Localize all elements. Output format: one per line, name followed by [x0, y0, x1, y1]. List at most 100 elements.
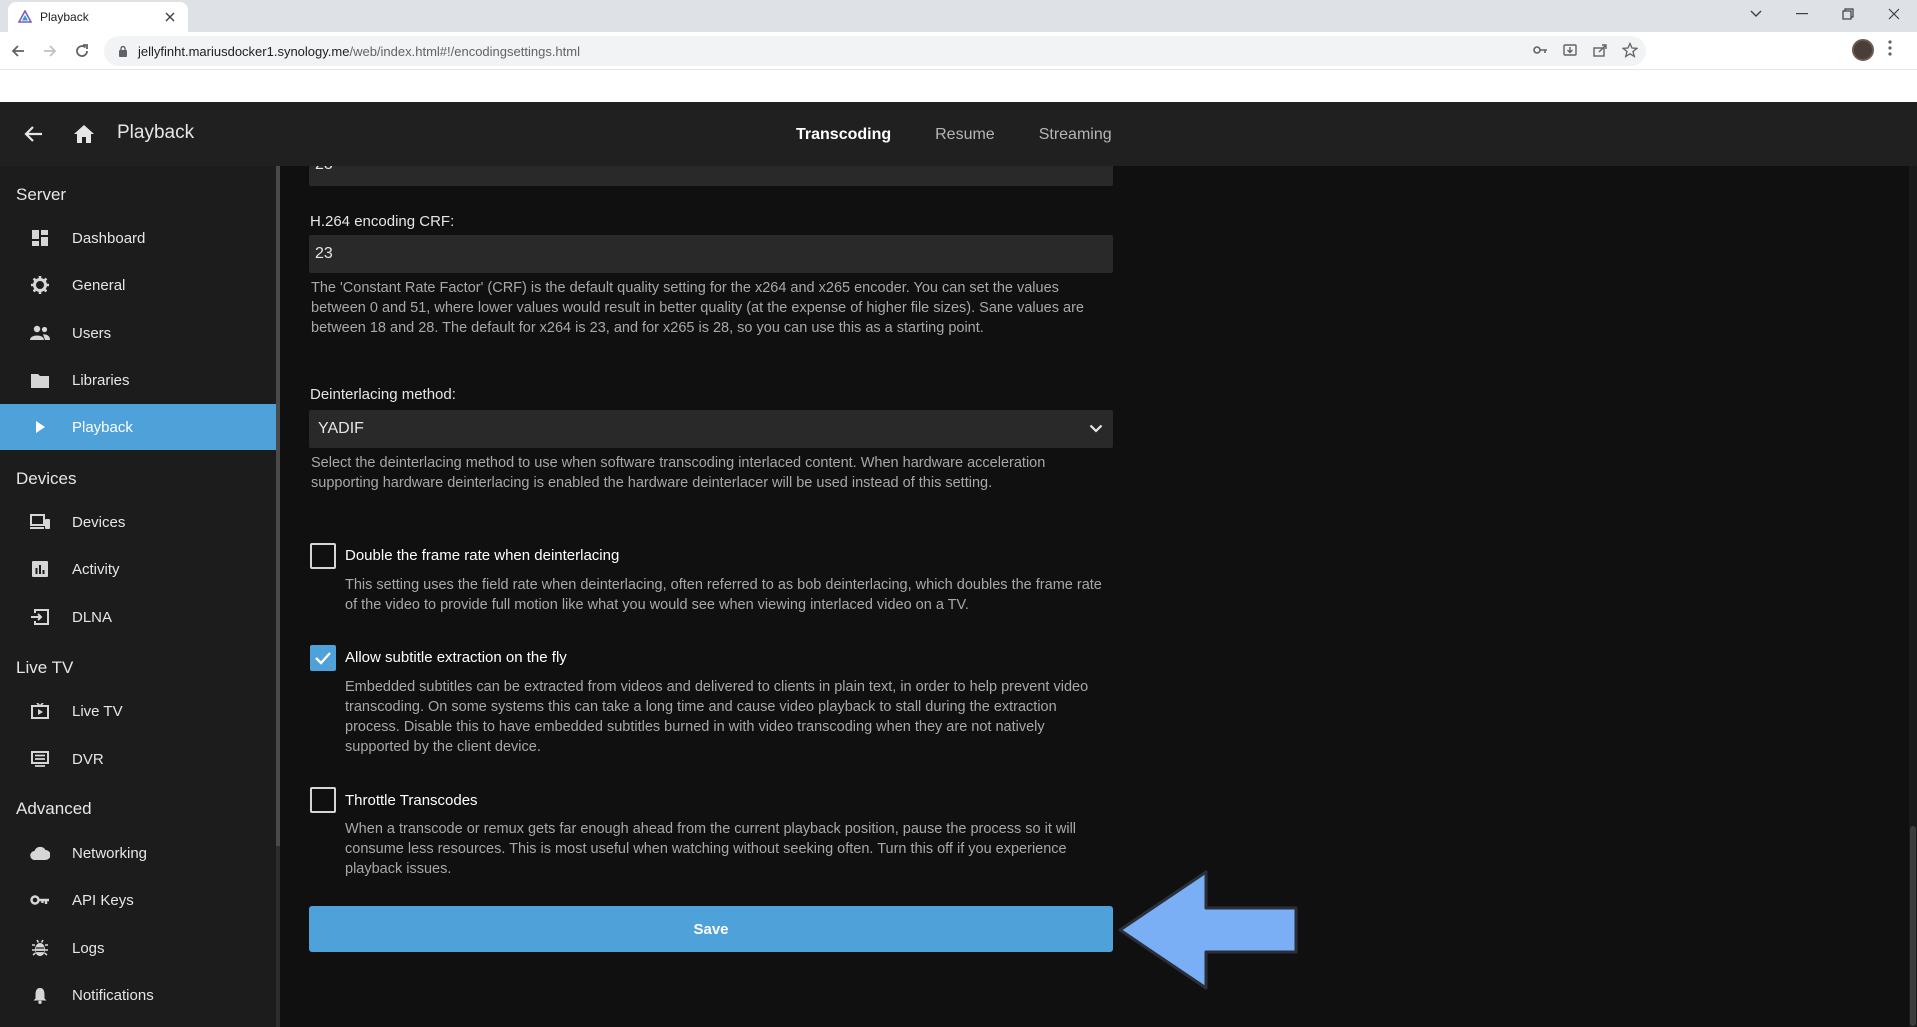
sidebar-item-users[interactable]: Users — [0, 310, 276, 356]
page-title: Playback — [117, 122, 195, 143]
sidebar-heading-devices: Devices — [16, 469, 77, 488]
page-top-blank — [0, 70, 1917, 102]
sidebar-item-label: DVR — [72, 750, 104, 768]
tab-resume[interactable]: Resume — [935, 126, 995, 144]
user-icon[interactable] — [1863, 122, 1887, 146]
sidebar-item-api-keys[interactable]: API Keys — [0, 877, 276, 923]
sidebar-item-general[interactable]: General — [0, 262, 276, 308]
deinterlace-help-text: Select the deinterlacing method to use w… — [311, 455, 1046, 491]
double-frame-rate-help-text: This setting uses the field rate when de… — [345, 577, 1102, 613]
header-tabs-overlay: Transcoding Resume Streaming — [796, 126, 1156, 144]
share-icon[interactable] — [1592, 42, 1608, 58]
browser-menu-icon[interactable] — [1888, 40, 1892, 56]
sidebar-item-label: Libraries — [72, 371, 130, 389]
tab-streaming[interactable]: Streaming — [1039, 126, 1112, 144]
page-scrollbar-thumb[interactable] — [1910, 826, 1916, 1026]
live-tv-icon — [30, 701, 50, 721]
url-text: jellyfinht.mariusdocker1.synology.me/web… — [138, 43, 580, 59]
pointing-arrow-icon — [1116, 868, 1300, 992]
devices-icon — [30, 512, 50, 532]
sidebar-item-label: DLNA — [72, 608, 113, 626]
crf-label: H.264 encoding CRF: — [310, 213, 455, 230]
sidebar-heading-live-tv: Live TV — [16, 658, 74, 677]
folder-icon — [30, 370, 50, 390]
throttle-transcodes-checkbox[interactable] — [310, 787, 336, 813]
sidebar-item-dlna[interactable]: DLNA — [0, 594, 276, 640]
sidebar-item-label: Devices — [72, 513, 126, 531]
sidebar-item-live-tv[interactable]: Live TV — [0, 688, 276, 734]
jellyfin-favicon-icon — [18, 10, 32, 24]
key-icon — [30, 890, 50, 910]
browser-tab-strip: Playback — [0, 0, 1917, 32]
password-key-icon[interactable] — [1532, 42, 1548, 58]
crf-help-text: The 'Constant Rate Factor' (CRF) is the … — [311, 280, 1084, 336]
dlna-icon — [30, 607, 50, 627]
forward-arrow-icon[interactable] — [38, 39, 62, 63]
back-arrow-icon[interactable] — [22, 122, 46, 146]
sidebar-item-label: Dashboard — [72, 229, 146, 247]
sidebar-item-networking[interactable]: Networking — [0, 830, 276, 876]
sidebar-item-label: API Keys — [72, 891, 134, 909]
throttle-transcodes-help-text: When a transcode or remux gets far enoug… — [345, 821, 1077, 877]
subtitle-extraction-checkbox[interactable] — [310, 645, 336, 671]
sidebar-item-label: General — [72, 276, 126, 294]
sidebar-item-devices[interactable]: Devices — [0, 499, 276, 545]
sidebar-item-dvr[interactable]: DVR — [0, 736, 276, 782]
home-icon[interactable] — [72, 122, 96, 146]
minimize-window-icon[interactable] — [1779, 0, 1825, 28]
sidebar-item-dashboard[interactable]: Dashboard — [0, 215, 276, 261]
sidebar-item-logs[interactable]: Logs — [0, 925, 276, 971]
browser-toolbar: jellyfinht.mariusdocker1.synology.me/web… — [0, 32, 1917, 70]
sidebar-item-notifications[interactable]: Notifications — [0, 972, 276, 1018]
throttle-transcodes-label: Throttle Transcodes — [345, 792, 478, 809]
chevron-down-icon — [1089, 424, 1103, 433]
address-bar[interactable]: jellyfinht.mariusdocker1.synology.me/web… — [104, 36, 1646, 66]
tab-transcoding[interactable]: Transcoding — [796, 126, 891, 144]
sidebar-item-activity[interactable]: Activity — [0, 546, 276, 592]
activity-icon — [30, 559, 50, 579]
double-frame-rate-checkbox[interactable] — [310, 543, 336, 569]
page-scrollbar[interactable] — [1909, 166, 1917, 1027]
dashboard-icon — [30, 228, 50, 248]
subtitle-extraction-help-text: Embedded subtitles can be extracted from… — [345, 679, 1089, 755]
play-icon — [30, 417, 50, 437]
close-tab-icon[interactable] — [162, 9, 178, 25]
browser-tab-title: Playback — [40, 10, 89, 24]
sidebar-item-libraries[interactable]: Libraries — [0, 357, 276, 403]
save-button[interactable]: Save — [309, 906, 1113, 952]
reload-icon[interactable] — [70, 39, 94, 63]
lock-icon — [118, 45, 128, 57]
users-icon — [30, 323, 50, 343]
crf-input[interactable]: 23 — [309, 235, 1113, 273]
subtitle-extraction-label: Allow subtitle extraction on the fly — [345, 649, 567, 666]
double-frame-rate-label: Double the frame rate when deinterlacing — [345, 547, 620, 564]
search-icon[interactable] — [1813, 122, 1837, 146]
previous-setting-field[interactable]: 28 — [309, 148, 1113, 186]
back-arrow-icon[interactable] — [6, 39, 30, 63]
browser-tab[interactable]: Playback — [8, 2, 188, 32]
sidebar-item-playback[interactable]: Playback — [0, 404, 276, 450]
sidebar-item-label: Logs — [72, 939, 105, 957]
sidebar-item-label: Users — [72, 324, 112, 342]
bookmark-star-icon[interactable] — [1622, 42, 1638, 58]
gear-icon — [30, 275, 50, 295]
profile-avatar[interactable] — [1852, 39, 1874, 61]
checkmark-icon — [314, 651, 332, 665]
sidebar-item-label: Notifications — [72, 986, 154, 1004]
dvr-icon — [30, 749, 50, 769]
sync-play-group-icon[interactable] — [1713, 122, 1737, 146]
sidebar-heading-server: Server — [16, 185, 67, 204]
cast-icon[interactable] — [1764, 122, 1788, 146]
close-window-icon[interactable] — [1871, 0, 1917, 28]
sidebar-item-label: Networking — [72, 844, 148, 862]
deinterlace-select[interactable]: YADIF — [309, 410, 1113, 448]
install-app-icon[interactable] — [1562, 42, 1578, 58]
tab-search-chevron-icon[interactable] — [1733, 0, 1779, 28]
sidebar: Server Dashboard General Users Libraries… — [0, 166, 276, 1027]
cloud-icon — [30, 843, 50, 863]
sidebar-item-label: Activity — [72, 560, 120, 578]
bug-icon — [30, 938, 50, 958]
sidebar-item-label: Playback — [72, 418, 133, 436]
restore-window-icon[interactable] — [1825, 0, 1871, 28]
sidebar-heading-advanced: Advanced — [16, 799, 92, 818]
